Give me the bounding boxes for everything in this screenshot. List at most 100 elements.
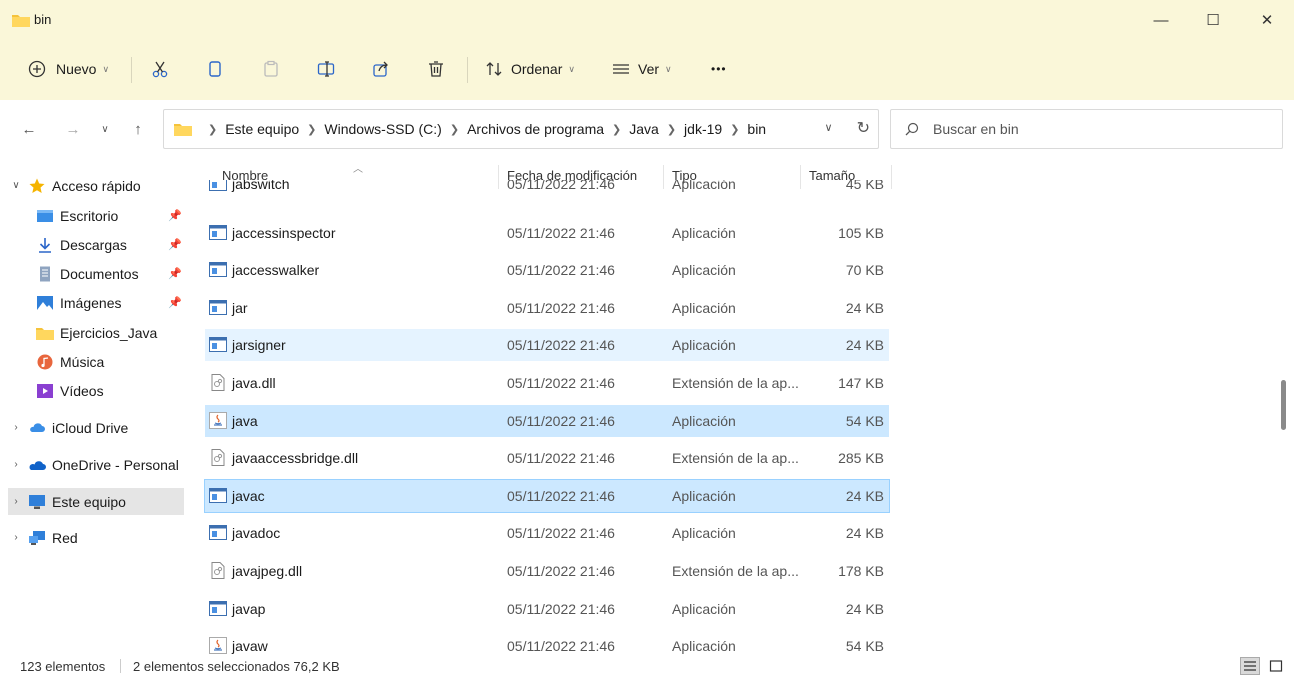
more-options-button[interactable]: ••• bbox=[711, 54, 727, 84]
file-size: 24 KB bbox=[845, 337, 884, 353]
dll-file-icon bbox=[211, 374, 225, 391]
file-name: java.dll bbox=[232, 375, 276, 391]
table-row[interactable]: jabswitch 05/11/2022 21:46 Aplicación 45… bbox=[205, 180, 889, 200]
file-type: Extensión de la ap... bbox=[672, 450, 799, 466]
table-row[interactable]: javajpeg.dll 05/11/2022 21:46 Extensión … bbox=[205, 555, 889, 587]
folder-icon bbox=[12, 15, 30, 27]
table-row[interactable]: java.dll 05/11/2022 21:46 Extensión de l… bbox=[205, 367, 889, 399]
table-row[interactable]: javaw 05/11/2022 21:46 Aplicación 54 KB bbox=[205, 630, 889, 655]
chevron-down-icon: ∨ bbox=[12, 180, 20, 191]
rename-icon bbox=[317, 61, 335, 77]
table-row[interactable]: jar 05/11/2022 21:46 Aplicación 24 KB bbox=[205, 292, 889, 324]
table-row[interactable]: javap 05/11/2022 21:46 Aplicación 24 KB bbox=[205, 593, 889, 625]
sidebar-item-documents[interactable]: Documentos 📌 bbox=[8, 260, 184, 287]
file-name: jabswitch bbox=[232, 180, 290, 192]
selection-info: 2 elementos seleccionados 76,2 KB bbox=[133, 659, 340, 674]
large-icons-view-button[interactable] bbox=[1266, 657, 1286, 675]
view-button[interactable]: Ver ∨ bbox=[612, 54, 672, 84]
table-row[interactable]: javadoc 05/11/2022 21:46 Aplicación 24 K… bbox=[205, 517, 889, 549]
address-row: ← → ∨ ↑ ❯ Este equipo ❯ Windows-SSD (C:)… bbox=[0, 100, 1294, 156]
sidebar-item-label: Este equipo bbox=[52, 493, 126, 510]
application-icon bbox=[209, 601, 227, 616]
table-row[interactable]: javac 05/11/2022 21:46 Aplicación 24 KB bbox=[204, 479, 890, 513]
sidebar-item-icloud-drive[interactable]: › iCloud Drive bbox=[8, 414, 184, 441]
sidebar-item-music[interactable]: Música bbox=[8, 348, 184, 375]
search-box[interactable]: Buscar en bin bbox=[890, 109, 1283, 149]
share-button[interactable] bbox=[365, 54, 397, 84]
table-row[interactable]: java 05/11/2022 21:46 Aplicación 54 KB bbox=[205, 405, 889, 437]
address-history-dropdown[interactable]: ∨ bbox=[825, 118, 833, 138]
sidebar-item-label: Acceso rápido bbox=[52, 177, 141, 194]
status-bar: 123 elementos 2 elementos seleccionados … bbox=[0, 655, 1294, 677]
file-date: 05/11/2022 21:46 bbox=[507, 180, 615, 192]
up-button[interactable]: ↑ bbox=[125, 116, 151, 142]
file-date: 05/11/2022 21:46 bbox=[507, 413, 615, 429]
sidebar-item-pictures[interactable]: Imágenes 📌 bbox=[8, 289, 184, 316]
cut-button[interactable] bbox=[144, 54, 176, 84]
application-icon bbox=[209, 337, 227, 352]
file-size: 45 KB bbox=[845, 180, 884, 192]
file-date: 05/11/2022 21:46 bbox=[507, 601, 615, 617]
sidebar-item-this-pc[interactable]: › Este equipo bbox=[8, 488, 184, 515]
file-type: Aplicación bbox=[672, 525, 736, 541]
details-view-button[interactable] bbox=[1240, 657, 1260, 675]
recent-locations-button[interactable]: ∨ bbox=[92, 116, 118, 142]
file-name: jarsigner bbox=[232, 337, 286, 353]
scissors-icon bbox=[152, 61, 168, 78]
breadcrumb-item[interactable]: jdk-19 bbox=[684, 121, 722, 137]
new-button[interactable]: Nuevo ∨ bbox=[28, 54, 109, 84]
clipboard-icon bbox=[264, 60, 278, 77]
breadcrumb-item[interactable]: Este equipo bbox=[225, 121, 299, 137]
table-row[interactable]: jaccesswalker 05/11/2022 21:46 Aplicació… bbox=[205, 254, 889, 286]
sidebar-item-onedrive[interactable]: › OneDrive - Personal bbox=[8, 451, 184, 478]
maximize-button[interactable]: ☐ bbox=[1190, 6, 1236, 34]
sidebar-item-downloads[interactable]: Descargas 📌 bbox=[8, 231, 184, 258]
sidebar-item-videos[interactable]: Vídeos bbox=[8, 377, 184, 404]
back-button[interactable]: ← bbox=[16, 116, 42, 142]
table-row[interactable]: javaaccessbridge.dll 05/11/2022 21:46 Ex… bbox=[205, 442, 889, 474]
view-lines-icon bbox=[613, 64, 629, 74]
delete-button[interactable] bbox=[420, 54, 452, 84]
download-icon bbox=[39, 237, 51, 253]
file-size: 285 KB bbox=[838, 450, 884, 466]
chevron-down-icon: ∨ bbox=[568, 63, 575, 74]
close-button[interactable]: ✕ bbox=[1244, 6, 1290, 34]
pin-icon: 📌 bbox=[168, 239, 182, 251]
forward-button[interactable]: → bbox=[60, 116, 86, 142]
file-name: jaccessinspector bbox=[232, 225, 336, 241]
file-date: 05/11/2022 21:46 bbox=[507, 563, 615, 579]
address-actions: ∨ ↻ bbox=[825, 118, 870, 138]
sort-button[interactable]: Ordenar ∨ bbox=[485, 54, 575, 84]
search-placeholder: Buscar en bin bbox=[933, 121, 1019, 137]
sidebar-item-ejercicios-java[interactable]: Ejercicios_Java bbox=[8, 319, 184, 346]
minimize-button[interactable]: — bbox=[1138, 6, 1184, 34]
rename-button[interactable] bbox=[310, 54, 342, 84]
paste-button[interactable] bbox=[255, 54, 287, 84]
chevron-right-icon: ❯ bbox=[730, 123, 740, 136]
chevron-down-icon: ∨ bbox=[102, 63, 110, 74]
navigation-pane: ∨ Acceso rápido Escritorio 📌 Descargas 📌… bbox=[0, 160, 190, 655]
file-name: javaw bbox=[232, 638, 268, 654]
refresh-icon[interactable]: ↻ bbox=[857, 118, 870, 138]
sidebar-item-desktop[interactable]: Escritorio 📌 bbox=[8, 202, 184, 229]
copy-button[interactable] bbox=[199, 54, 231, 84]
vertical-scrollbar-thumb[interactable] bbox=[1281, 380, 1286, 430]
pictures-icon bbox=[37, 295, 53, 310]
sidebar-item-network[interactable]: › Red bbox=[8, 524, 184, 551]
divider bbox=[467, 57, 468, 83]
application-icon bbox=[209, 525, 227, 540]
file-size: 24 KB bbox=[845, 488, 884, 504]
breadcrumb-item[interactable]: Windows-SSD (C:) bbox=[324, 121, 441, 137]
address-bar[interactable]: ❯ Este equipo ❯ Windows-SSD (C:) ❯ Archi… bbox=[163, 109, 879, 149]
chevron-right-icon: › bbox=[14, 532, 18, 543]
header-area: bin — ☐ ✕ Nuevo ∨ Ordenar ∨ Ver ∨ ••• bbox=[0, 0, 1294, 100]
sidebar-item-label: Ejercicios_Java bbox=[60, 324, 158, 341]
breadcrumb-item[interactable]: Java bbox=[629, 121, 659, 137]
window-title: bin bbox=[34, 12, 52, 27]
table-row[interactable]: jarsigner 05/11/2022 21:46 Aplicación 24… bbox=[205, 329, 889, 361]
breadcrumb-item[interactable]: bin bbox=[747, 121, 766, 137]
column-divider[interactable] bbox=[891, 165, 892, 189]
sidebar-item-quick-access[interactable]: ∨ Acceso rápido bbox=[8, 172, 184, 199]
breadcrumb-item[interactable]: Archivos de programa bbox=[467, 121, 604, 137]
table-row[interactable]: jaccessinspector 05/11/2022 21:46 Aplica… bbox=[205, 217, 889, 249]
